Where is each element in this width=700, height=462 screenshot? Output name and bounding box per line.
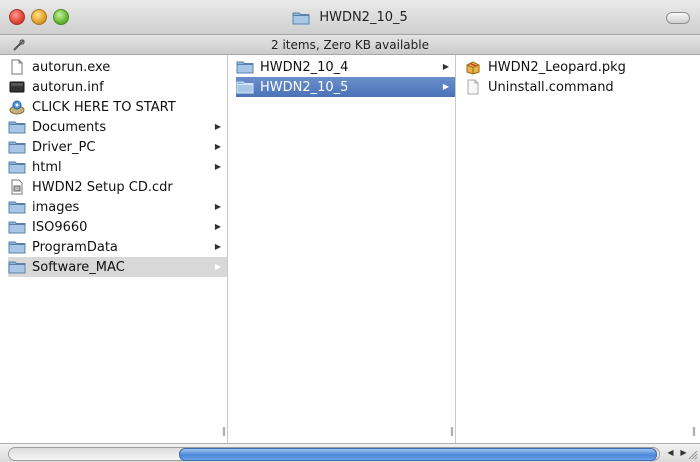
- column-resize-handle[interactable]: ‖: [448, 427, 456, 437]
- folder-icon: [8, 261, 26, 274]
- list-item-label: autorun.inf: [32, 79, 104, 95]
- list-item-label: html: [32, 159, 62, 175]
- list-item-label: CLICK HERE TO START: [32, 99, 176, 115]
- list-item-label: ISO9660: [32, 219, 88, 235]
- list-item-label: Uninstall.command: [488, 79, 614, 95]
- list-item-setup-cd[interactable]: HWDN2 Setup CD.cdr: [8, 177, 227, 197]
- folder-icon: [8, 221, 26, 234]
- list-item-iso9660[interactable]: ISO9660 ▶: [8, 217, 227, 237]
- column-3[interactable]: HWDN2_Leopard.pkg Uninstall.command ‖: [456, 55, 700, 443]
- finder-window: HWDN2_10_5 2 items, Zero KB available au…: [0, 0, 700, 462]
- folder-icon: [8, 241, 26, 254]
- list-item-label: Software_MAC: [32, 259, 125, 275]
- status-text: 2 items, Zero KB available: [271, 38, 429, 52]
- list-item-label: HWDN2_Leopard.pkg: [488, 59, 626, 75]
- list-item-autorun-inf[interactable]: autorun.inf: [8, 77, 227, 97]
- app-icon: [9, 100, 25, 115]
- list-item-documents[interactable]: Documents ▶: [8, 117, 227, 137]
- scroll-left-button[interactable]: ◀: [664, 447, 677, 459]
- black-file-icon: [9, 81, 25, 93]
- list-item-software-mac[interactable]: Software_MAC ▶: [8, 257, 227, 277]
- list-item-label: ProgramData: [32, 239, 118, 255]
- disk-image-icon: [11, 179, 23, 195]
- column-resize-handle[interactable]: ‖: [690, 427, 698, 437]
- list-item-uninstall-command[interactable]: Uninstall.command: [464, 77, 700, 97]
- column-1[interactable]: autorun.exe autorun.inf CLICK HERE TO ST…: [0, 55, 228, 443]
- disclosure-arrow-icon: ▶: [214, 202, 221, 211]
- window-title-group: HWDN2_10_5: [0, 7, 700, 27]
- list-item-label: HWDN2_10_5: [260, 79, 349, 95]
- status-bar: 2 items, Zero KB available: [0, 35, 700, 55]
- list-item-hwdn2-10-5[interactable]: HWDN2_10_5 ▶: [236, 77, 455, 97]
- disclosure-arrow-icon: ▶: [214, 122, 221, 131]
- folder-icon: [8, 121, 26, 134]
- list-item-programdata[interactable]: ProgramData ▶: [8, 237, 227, 257]
- document-icon: [11, 59, 23, 75]
- list-item-leopard-pkg[interactable]: HWDN2_Leopard.pkg: [464, 57, 700, 77]
- package-icon: [466, 61, 480, 75]
- title-bar[interactable]: HWDN2_10_5: [0, 0, 700, 35]
- disclosure-arrow-icon: ▶: [214, 242, 221, 251]
- list-item-driver-pc[interactable]: Driver_PC ▶: [8, 137, 227, 157]
- folder-icon: [8, 141, 26, 154]
- script-icon: [467, 79, 479, 95]
- list-item-images[interactable]: images ▶: [8, 197, 227, 217]
- list-item-label: Driver_PC: [32, 139, 96, 155]
- resize-grip-icon[interactable]: [687, 447, 698, 460]
- list-item-autorun-exe[interactable]: autorun.exe: [8, 57, 227, 77]
- disclosure-arrow-icon: ▶: [442, 62, 449, 71]
- column-browser: autorun.exe autorun.inf CLICK HERE TO ST…: [0, 55, 700, 443]
- window-title: HWDN2_10_5: [319, 10, 408, 25]
- list-item-label: HWDN2_10_4: [260, 59, 349, 75]
- folder-icon: [236, 81, 254, 94]
- list-item-html[interactable]: html ▶: [8, 157, 227, 177]
- scroll-thumb[interactable]: [179, 448, 657, 461]
- list-item-label: Documents: [32, 119, 107, 135]
- scroll-track[interactable]: [8, 447, 660, 461]
- disclosure-arrow-icon: ▶: [214, 142, 221, 151]
- list-item-label: HWDN2 Setup CD.cdr: [32, 179, 173, 195]
- folder-icon: [8, 201, 26, 214]
- list-item-label: images: [32, 199, 80, 215]
- column-2[interactable]: HWDN2_10_4 ▶ HWDN2_10_5 ▶ ‖: [228, 55, 456, 443]
- disclosure-arrow-icon: ▶: [214, 262, 221, 271]
- disclosure-arrow-icon: ▶: [214, 162, 221, 171]
- folder-icon: [236, 61, 254, 74]
- disclosure-arrow-icon: ▶: [442, 82, 449, 91]
- folder-icon: [8, 161, 26, 174]
- list-item-click-here-to-start[interactable]: CLICK HERE TO START: [8, 97, 227, 117]
- list-item-label: autorun.exe: [32, 59, 111, 75]
- folder-icon: [292, 12, 310, 24]
- disclosure-arrow-icon: ▶: [214, 222, 221, 231]
- column-resize-handle[interactable]: ‖: [220, 427, 228, 437]
- horizontal-scrollbar[interactable]: ◀ ▶: [0, 443, 700, 462]
- list-item-hwdn2-10-4[interactable]: HWDN2_10_4 ▶: [236, 57, 455, 77]
- toolbar-toggle-button[interactable]: [666, 12, 690, 24]
